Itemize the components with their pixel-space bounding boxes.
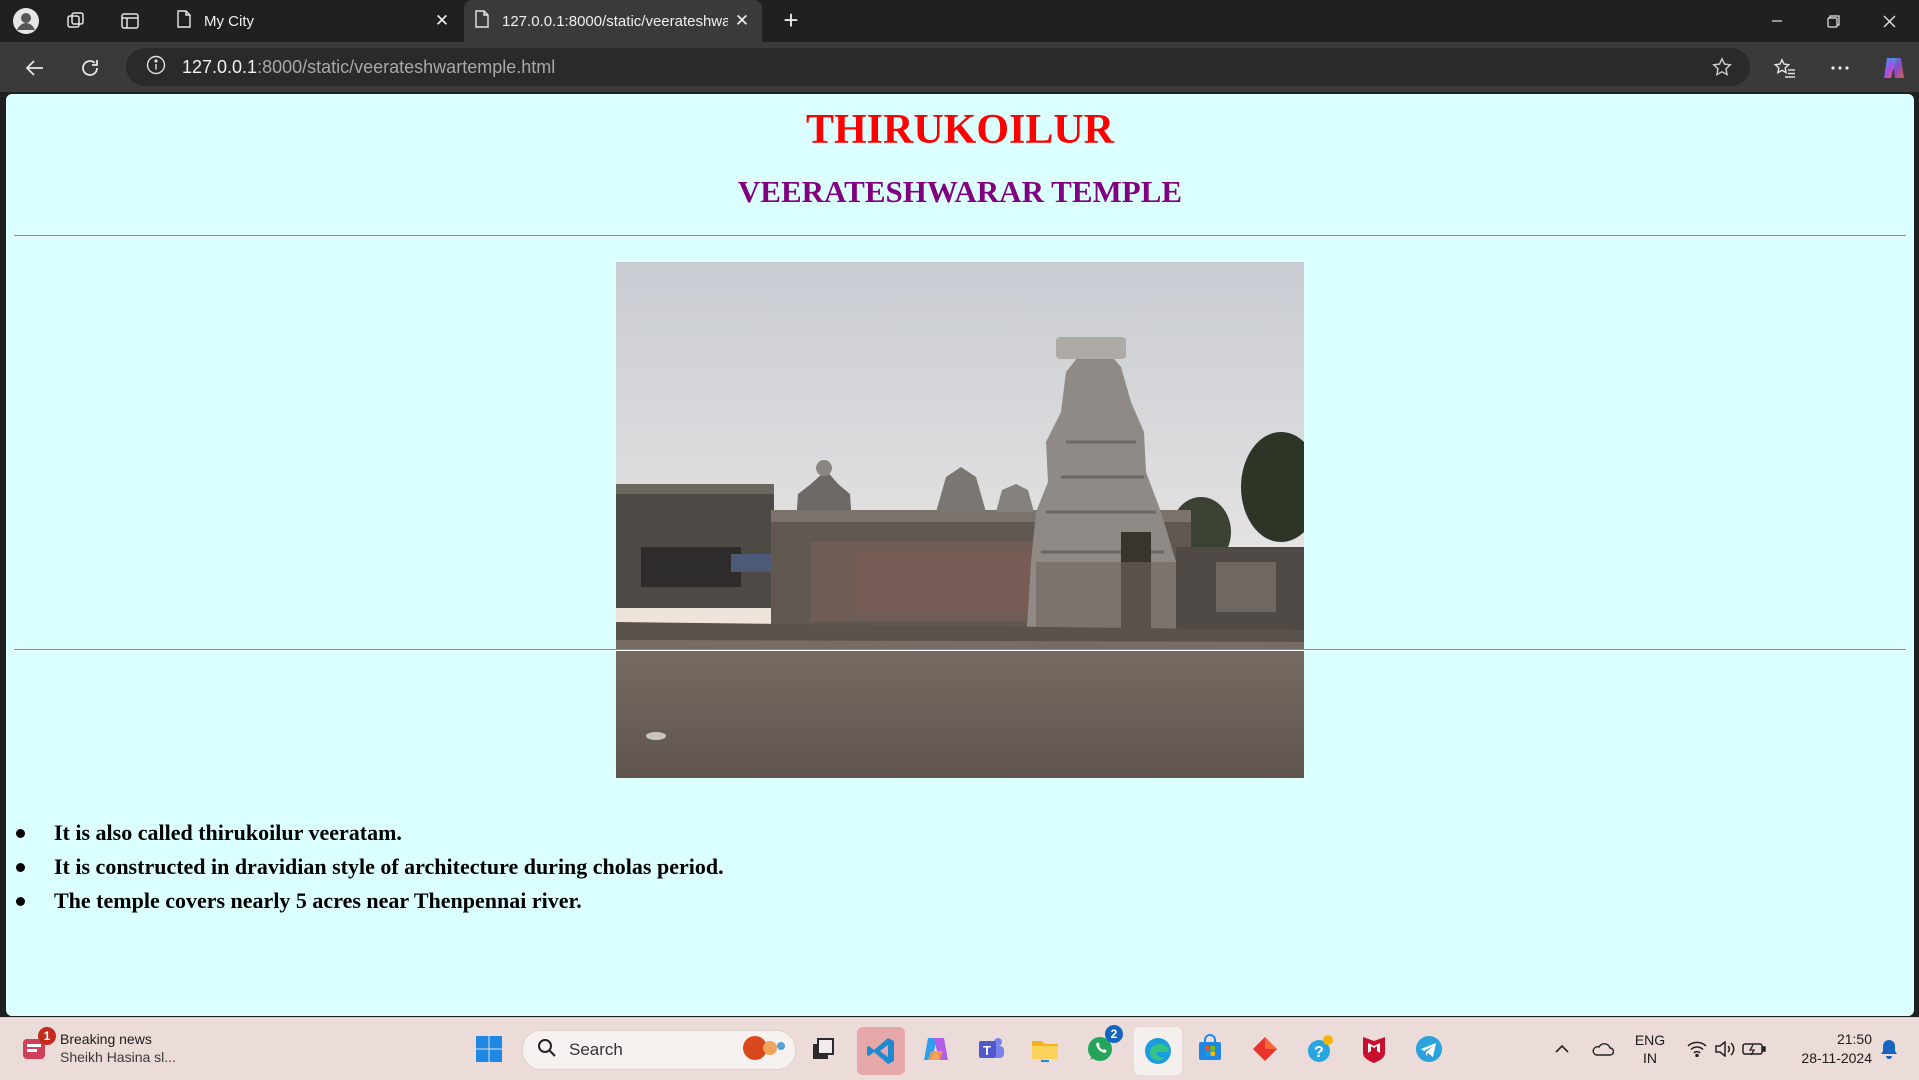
start-button[interactable]	[471, 1031, 507, 1067]
reload-button[interactable]	[73, 51, 107, 85]
more-options-icon[interactable]	[1823, 51, 1857, 85]
vscode-icon[interactable]	[857, 1027, 905, 1075]
close-tab-icon[interactable]: ✕	[428, 11, 456, 31]
region-code: IN	[1643, 1050, 1657, 1066]
copilot-icon[interactable]	[1877, 51, 1911, 85]
minimize-button[interactable]	[1749, 0, 1805, 42]
news-subtitle: Sheikh Hasina sl...	[60, 1049, 176, 1065]
whatsapp-icon[interactable]: 2	[1083, 1025, 1123, 1067]
news-icon: 1	[20, 1027, 56, 1063]
page-title: THIRUKOILUR	[805, 107, 1115, 153]
favorite-star-icon[interactable]	[1712, 57, 1732, 82]
onedrive-icon[interactable]	[1586, 1018, 1618, 1080]
tab-veerateshwarar[interactable]: 127.0.0.1:8000/static/veerateshwa ✕	[464, 0, 762, 42]
search-icon	[537, 1038, 557, 1063]
file-explorer-icon[interactable]	[1027, 1031, 1063, 1067]
restore-button[interactable]	[1805, 0, 1861, 42]
profile-icon[interactable]	[12, 7, 40, 35]
clock-date: 28-11-2024	[1801, 1050, 1872, 1066]
search-highlight-icon	[737, 1033, 787, 1068]
tab-title: My City	[204, 12, 254, 30]
help-icon[interactable]: ?	[1302, 1031, 1338, 1067]
page-icon	[176, 10, 192, 32]
copilot-taskbar-icon[interactable]	[918, 1031, 954, 1067]
vertical-tabs-icon[interactable]	[116, 7, 144, 35]
show-hidden-icons[interactable]	[1548, 1018, 1576, 1080]
divider	[14, 235, 1906, 237]
facts-list: It is also called thirukoilur veeratam. …	[16, 816, 724, 918]
site-info-icon[interactable]	[146, 55, 166, 80]
page-icon	[474, 10, 490, 32]
tab-bar: My City ✕ 127.0.0.1:8000/static/veerates…	[0, 0, 1919, 42]
news-widget[interactable]: 1 Breaking news Sheikh Hasina sl...	[20, 1027, 176, 1066]
web-page: THIRUKOILUR VEERATESHWARAR TEMPLE It is …	[6, 94, 1914, 1016]
workspaces-icon[interactable]	[62, 7, 90, 35]
battery-icon[interactable]	[1740, 1018, 1768, 1080]
taskbar-search[interactable]: Search	[522, 1030, 796, 1070]
svg-text:?: ?	[1314, 1044, 1324, 1061]
close-window-button[interactable]	[1861, 0, 1917, 42]
url-path: :8000/static/veerateshwartemple.html	[257, 56, 556, 77]
mcafee-icon[interactable]	[1356, 1031, 1392, 1067]
notification-bell-icon[interactable]	[1874, 1018, 1904, 1080]
clock-time: 21:50	[1836, 1031, 1872, 1047]
list-item: The temple covers nearly 5 acres near Th…	[16, 884, 724, 918]
svg-text:T: T	[983, 1043, 991, 1058]
search-label: Search	[569, 1040, 623, 1059]
news-badge: 1	[38, 1027, 56, 1045]
app-diamond-icon[interactable]	[1247, 1031, 1283, 1067]
tab-title: 127.0.0.1:8000/static/veerateshwa	[502, 12, 728, 30]
close-tab-icon[interactable]: ✕	[728, 11, 756, 31]
language-indicator[interactable]: ENG IN	[1628, 1018, 1672, 1080]
list-item: It is also called thirukoilur veeratam.	[16, 816, 724, 850]
back-button[interactable]	[18, 51, 52, 85]
list-item: It is constructed in dravidian style of …	[16, 850, 724, 884]
microsoft-store-icon[interactable]	[1192, 1031, 1228, 1067]
wifi-icon[interactable]	[1684, 1018, 1710, 1080]
url-host: 127.0.0.1	[182, 56, 258, 77]
edge-icon[interactable]	[1134, 1027, 1182, 1075]
teams-icon[interactable]: T	[973, 1031, 1009, 1067]
clock[interactable]: 21:50 28-11-2024	[1782, 1018, 1872, 1080]
telegram-icon[interactable]	[1411, 1031, 1447, 1067]
whatsapp-badge: 2	[1105, 1025, 1123, 1043]
task-view-icon[interactable]	[805, 1031, 841, 1067]
address-bar[interactable]: 127.0.0.1:8000/static/veerateshwartemple…	[126, 48, 1750, 86]
new-tab-button[interactable]: +	[776, 6, 806, 36]
volume-icon[interactable]	[1712, 1018, 1738, 1080]
page-subtitle: VEERATESHWARAR TEMPLE	[737, 174, 1183, 209]
news-title: Breaking news	[60, 1031, 152, 1047]
temple-photo	[616, 262, 1304, 778]
tab-my-city[interactable]: My City ✕	[166, 0, 462, 42]
address-toolbar: 127.0.0.1:8000/static/veerateshwartemple…	[0, 42, 1919, 92]
divider	[14, 649, 1906, 651]
url-text[interactable]: 127.0.0.1:8000/static/veerateshwartemple…	[182, 57, 555, 78]
language-code: ENG	[1634, 1032, 1666, 1048]
taskbar: 1 Breaking news Sheikh Hasina sl... Sear…	[0, 1017, 1919, 1080]
favorites-icon[interactable]	[1768, 51, 1802, 85]
